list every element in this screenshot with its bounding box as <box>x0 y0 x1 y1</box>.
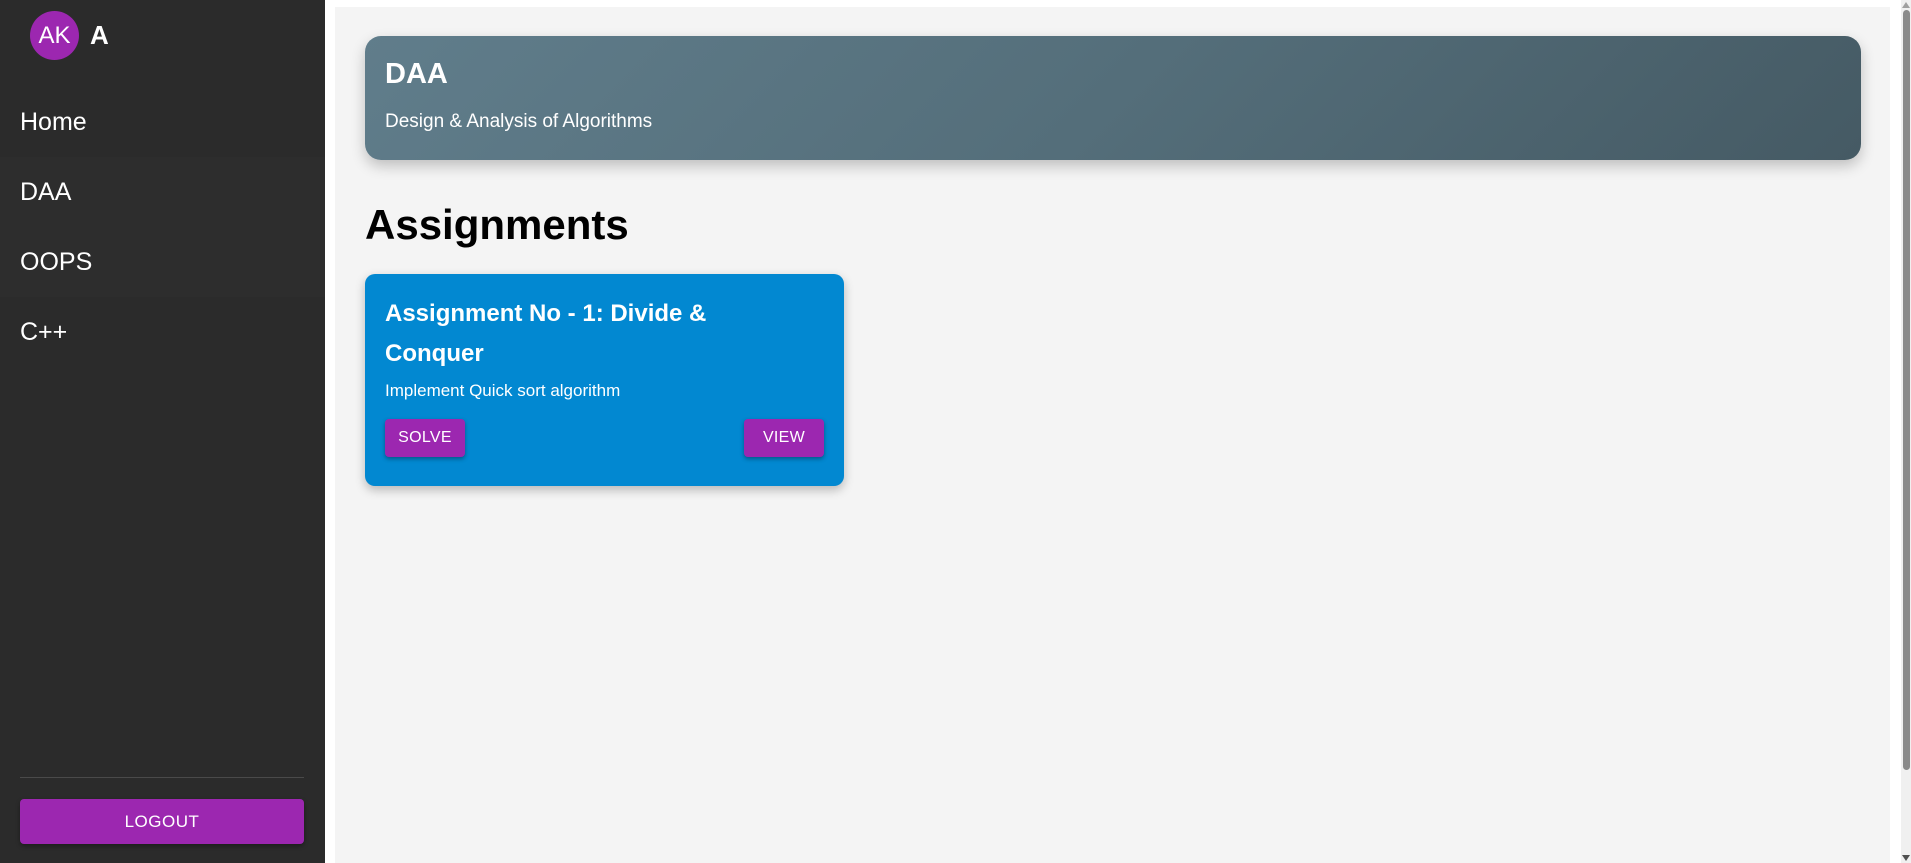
sidebar-divider <box>20 777 304 778</box>
solve-button[interactable]: SOLVE <box>385 419 465 457</box>
scrollbar-thumb[interactable] <box>1903 10 1910 770</box>
arrow-up-icon[interactable] <box>1902 2 1910 8</box>
assignments-heading: Assignments <box>365 201 629 248</box>
main-content: DAA Design & Analysis of Algorithms Assi… <box>335 7 1890 863</box>
view-button[interactable]: VIEW <box>744 419 824 457</box>
sidebar-item-cpp[interactable]: C++ <box>0 297 325 367</box>
assignment-card: Assignment No - 1: Divide & Conquer Impl… <box>365 274 844 486</box>
sidebar: AK A Home DAA OOPS C++ LOGOUT <box>0 0 325 863</box>
avatar[interactable]: AK <box>30 11 79 60</box>
arrow-down-icon[interactable] <box>1902 855 1910 861</box>
course-title: DAA <box>385 58 448 90</box>
sidebar-nav: Home DAA OOPS C++ <box>0 87 325 367</box>
sidebar-item-daa[interactable]: DAA <box>0 157 325 227</box>
logout-button[interactable]: LOGOUT <box>20 799 304 844</box>
user-profile: AK A <box>30 11 109 60</box>
user-name: A <box>90 20 109 50</box>
vertical-scrollbar[interactable] <box>1901 0 1911 863</box>
assignment-description: Implement Quick sort algorithm <box>385 381 621 400</box>
sidebar-item-oops[interactable]: OOPS <box>0 227 325 297</box>
course-header-card: DAA Design & Analysis of Algorithms <box>365 36 1861 160</box>
assignment-title: Assignment No - 1: Divide & Conquer <box>385 300 707 367</box>
sidebar-item-home[interactable]: Home <box>0 87 325 157</box>
course-subtitle: Design & Analysis of Algorithms <box>385 111 653 132</box>
